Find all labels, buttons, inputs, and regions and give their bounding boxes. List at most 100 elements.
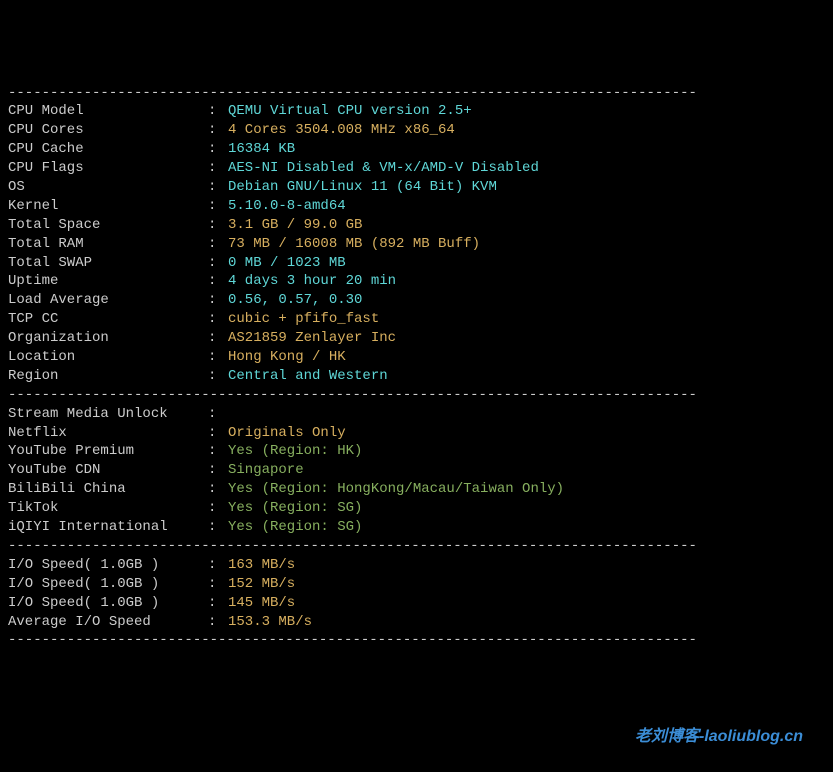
system-value: 16384 KB (228, 140, 295, 159)
colon-separator: : (208, 197, 228, 216)
system-value: 4 Cores 3504.008 MHz x86_64 (228, 121, 455, 140)
colon-separator: : (208, 499, 228, 518)
separator-line: ----------------------------------------… (8, 537, 825, 556)
media-label: BiliBili China (8, 480, 208, 499)
system-row: Region: Central and Western (8, 367, 825, 386)
colon-separator: : (208, 442, 228, 461)
separator-line: ----------------------------------------… (8, 386, 825, 405)
colon-separator: : (208, 367, 228, 386)
system-value: Hong Kong / HK (228, 348, 346, 367)
system-value: AES-NI Disabled & VM-x/AMD-V Disabled (228, 159, 539, 178)
colon-separator: : (208, 235, 228, 254)
colon-separator: : (208, 310, 228, 329)
system-row: Load Average: 0.56, 0.57, 0.30 (8, 291, 825, 310)
colon-separator: : (208, 140, 228, 159)
system-row: CPU Cores: 4 Cores 3504.008 MHz x86_64 (8, 121, 825, 140)
colon-separator: : (208, 556, 228, 575)
system-row: Total Space: 3.1 GB / 99.0 GB (8, 216, 825, 235)
io-label: I/O Speed( 1.0GB ) (8, 575, 208, 594)
system-label: CPU Flags (8, 159, 208, 178)
colon-separator: : (208, 405, 228, 424)
system-value: Central and Western (228, 367, 388, 386)
colon-separator: : (208, 348, 228, 367)
io-row: I/O Speed( 1.0GB ): 145 MB/s (8, 594, 825, 613)
system-label: Uptime (8, 272, 208, 291)
system-value: 5.10.0-8-amd64 (228, 197, 346, 216)
io-row: I/O Speed( 1.0GB ): 152 MB/s (8, 575, 825, 594)
colon-separator: : (208, 518, 228, 537)
colon-separator: : (208, 461, 228, 480)
media-value: Yes (Region: HK) (228, 442, 362, 461)
system-row: CPU Model: QEMU Virtual CPU version 2.5+ (8, 102, 825, 121)
colon-separator: : (208, 424, 228, 443)
colon-separator: : (208, 159, 228, 178)
io-label: I/O Speed( 1.0GB ) (8, 594, 208, 613)
colon-separator: : (208, 480, 228, 499)
media-row: TikTok: Yes (Region: SG) (8, 499, 825, 518)
system-label: OS (8, 178, 208, 197)
media-header-row: Stream Media Unlock: (8, 405, 825, 424)
system-label: Total RAM (8, 235, 208, 254)
watermark-text: 老刘博客-laoliublog.cn (635, 726, 803, 748)
system-value: 73 MB / 16008 MB (892 MB Buff) (228, 235, 480, 254)
system-value: Debian GNU/Linux 11 (64 Bit) KVM (228, 178, 497, 197)
system-value: cubic + pfifo_fast (228, 310, 379, 329)
media-row: iQIYI International: Yes (Region: SG) (8, 518, 825, 537)
system-row: Total RAM: 73 MB / 16008 MB (892 MB Buff… (8, 235, 825, 254)
system-value: 0.56, 0.57, 0.30 (228, 291, 362, 310)
system-label: Total SWAP (8, 254, 208, 273)
colon-separator: : (208, 102, 228, 121)
media-value: Yes (Region: SG) (228, 499, 362, 518)
colon-separator: : (208, 594, 228, 613)
system-label: Total Space (8, 216, 208, 235)
system-row: OS: Debian GNU/Linux 11 (64 Bit) KVM (8, 178, 825, 197)
colon-separator: : (208, 121, 228, 140)
system-row: CPU Cache: 16384 KB (8, 140, 825, 159)
colon-separator: : (208, 329, 228, 348)
io-label: Average I/O Speed (8, 613, 208, 632)
media-row: Netflix: Originals Only (8, 424, 825, 443)
system-row: Organization: AS21859 Zenlayer Inc (8, 329, 825, 348)
io-value: 152 MB/s (228, 575, 295, 594)
system-label: Kernel (8, 197, 208, 216)
system-label: Location (8, 348, 208, 367)
colon-separator: : (208, 613, 228, 632)
system-label: CPU Model (8, 102, 208, 121)
system-value: 0 MB / 1023 MB (228, 254, 346, 273)
system-value: 4 days 3 hour 20 min (228, 272, 396, 291)
colon-separator: : (208, 291, 228, 310)
system-row: Kernel: 5.10.0-8-amd64 (8, 197, 825, 216)
colon-separator: : (208, 178, 228, 197)
media-label: YouTube CDN (8, 461, 208, 480)
system-value: 3.1 GB / 99.0 GB (228, 216, 362, 235)
media-row: BiliBili China: Yes (Region: HongKong/Ma… (8, 480, 825, 499)
io-value: 153.3 MB/s (228, 613, 312, 632)
colon-separator: : (208, 254, 228, 273)
system-row: Uptime: 4 days 3 hour 20 min (8, 272, 825, 291)
system-row: TCP CC: cubic + pfifo_fast (8, 310, 825, 329)
colon-separator: : (208, 216, 228, 235)
separator-line: ----------------------------------------… (8, 84, 825, 103)
media-label: YouTube Premium (8, 442, 208, 461)
system-row: Total SWAP: 0 MB / 1023 MB (8, 254, 825, 273)
system-row: Location: Hong Kong / HK (8, 348, 825, 367)
system-label: Load Average (8, 291, 208, 310)
terminal-output: ----------------------------------------… (8, 84, 825, 651)
io-value: 145 MB/s (228, 594, 295, 613)
io-label: I/O Speed( 1.0GB ) (8, 556, 208, 575)
system-label: CPU Cores (8, 121, 208, 140)
system-label: Organization (8, 329, 208, 348)
system-label: TCP CC (8, 310, 208, 329)
separator-line: ----------------------------------------… (8, 631, 825, 650)
media-header-label: Stream Media Unlock (8, 405, 208, 424)
media-row: YouTube CDN: Singapore (8, 461, 825, 480)
colon-separator: : (208, 575, 228, 594)
colon-separator: : (208, 272, 228, 291)
system-row: CPU Flags: AES-NI Disabled & VM-x/AMD-V … (8, 159, 825, 178)
media-label: iQIYI International (8, 518, 208, 537)
system-value: QEMU Virtual CPU version 2.5+ (228, 102, 472, 121)
media-value: Yes (Region: HongKong/Macau/Taiwan Only) (228, 480, 564, 499)
media-value: Originals Only (228, 424, 346, 443)
system-label: Region (8, 367, 208, 386)
io-row: I/O Speed( 1.0GB ): 163 MB/s (8, 556, 825, 575)
